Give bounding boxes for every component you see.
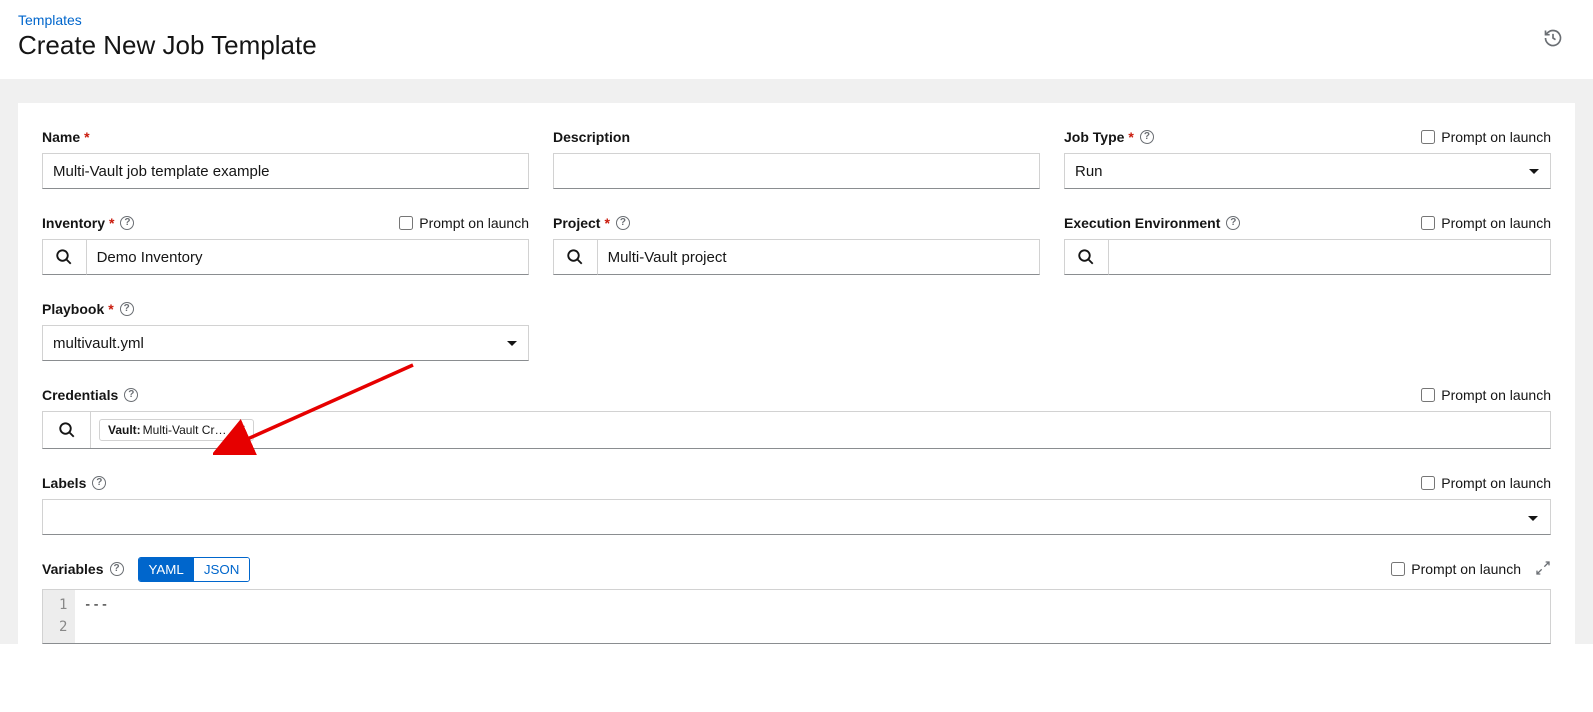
prompt-variables[interactable]: Prompt on launch — [1391, 561, 1521, 577]
prompt-labels[interactable]: Prompt on launch — [1421, 475, 1551, 491]
labels-select[interactable] — [42, 499, 1551, 535]
variables-format-toggle: YAML JSON — [138, 557, 251, 582]
exec-env-input[interactable] — [1108, 239, 1551, 275]
prompt-job-type-checkbox[interactable] — [1421, 130, 1435, 144]
exec-env-lookup-button[interactable] — [1064, 239, 1108, 275]
search-icon — [1077, 248, 1095, 266]
help-icon[interactable]: ? — [110, 562, 124, 576]
help-icon[interactable]: ? — [1226, 216, 1240, 230]
prompt-inventory[interactable]: Prompt on launch — [399, 215, 529, 231]
toggle-yaml[interactable]: YAML — [139, 558, 194, 581]
breadcrumb-templates[interactable]: Templates — [18, 12, 82, 28]
job-type-select[interactable] — [1064, 153, 1551, 189]
prompt-credentials-checkbox[interactable] — [1421, 388, 1435, 402]
inventory-lookup-button[interactable] — [42, 239, 86, 275]
inventory-input[interactable] — [86, 239, 529, 275]
help-icon[interactable]: ? — [124, 388, 138, 402]
toggle-json[interactable]: JSON — [194, 558, 250, 581]
project-lookup-button[interactable] — [553, 239, 597, 275]
label-inventory: Inventory* ? — [42, 215, 134, 231]
label-job-type: Job Type* ? — [1064, 129, 1154, 145]
field-exec-env: Execution Environment ? Prompt on launch — [1064, 213, 1551, 275]
history-icon[interactable] — [1543, 28, 1563, 48]
prompt-job-type[interactable]: Prompt on launch — [1421, 129, 1551, 145]
label-playbook: Playbook* ? — [42, 301, 134, 317]
editor-gutter: 12 — [43, 590, 75, 643]
search-icon — [58, 421, 76, 439]
field-variables: Variables ? YAML JSON Prompt on launch — [42, 559, 1551, 644]
field-credentials: Credentials ? Prompt on launch Vault: Mu… — [42, 385, 1551, 449]
label-name: Name* — [42, 129, 90, 145]
description-input[interactable] — [553, 153, 1040, 189]
credentials-lookup-button[interactable] — [43, 412, 91, 448]
label-description: Description — [553, 129, 630, 145]
page-title: Create New Job Template — [18, 30, 1575, 61]
prompt-credentials[interactable]: Prompt on launch — [1421, 387, 1551, 403]
chip-remove-icon[interactable]: ✕ — [234, 422, 249, 438]
credential-chip: Vault: Multi-Vault Cre... ✕ — [99, 419, 254, 441]
prompt-exec-env[interactable]: Prompt on launch — [1421, 215, 1551, 231]
variables-editor[interactable]: 12 --- — [42, 589, 1551, 644]
search-icon — [566, 248, 584, 266]
help-icon[interactable]: ? — [616, 216, 630, 230]
playbook-select[interactable] — [42, 325, 529, 361]
page-header: Templates Create New Job Template — [0, 0, 1593, 79]
field-project: Project* ? — [553, 213, 1040, 275]
help-icon[interactable]: ? — [1140, 130, 1154, 144]
editor-content[interactable]: --- — [75, 590, 116, 643]
prompt-labels-checkbox[interactable] — [1421, 476, 1435, 490]
label-credentials: Credentials ? — [42, 387, 138, 403]
prompt-variables-checkbox[interactable] — [1391, 562, 1405, 576]
prompt-exec-env-checkbox[interactable] — [1421, 216, 1435, 230]
expand-icon[interactable] — [1535, 560, 1551, 579]
search-icon — [55, 248, 73, 266]
prompt-inventory-checkbox[interactable] — [399, 216, 413, 230]
field-labels: Labels ? Prompt on launch — [42, 473, 1551, 535]
field-name: Name* — [42, 127, 529, 189]
form-panel: Name* Description Job Type* ? — [18, 103, 1575, 644]
help-icon[interactable]: ? — [120, 216, 134, 230]
field-inventory: Inventory* ? Prompt on launch — [42, 213, 529, 275]
credentials-input-area[interactable]: Vault: Multi-Vault Cre... ✕ — [42, 411, 1551, 449]
form-canvas: Name* Description Job Type* ? — [0, 79, 1593, 644]
label-project: Project* ? — [553, 215, 630, 231]
help-icon[interactable]: ? — [120, 302, 134, 316]
label-exec-env: Execution Environment ? — [1064, 215, 1240, 231]
field-playbook: Playbook* ? — [42, 299, 529, 361]
help-icon[interactable]: ? — [92, 476, 106, 490]
project-input[interactable] — [597, 239, 1040, 275]
field-job-type: Job Type* ? Prompt on launch — [1064, 127, 1551, 189]
name-input[interactable] — [42, 153, 529, 189]
label-labels: Labels ? — [42, 475, 106, 491]
label-variables: Variables ? YAML JSON — [42, 557, 250, 582]
field-description: Description — [553, 127, 1040, 189]
